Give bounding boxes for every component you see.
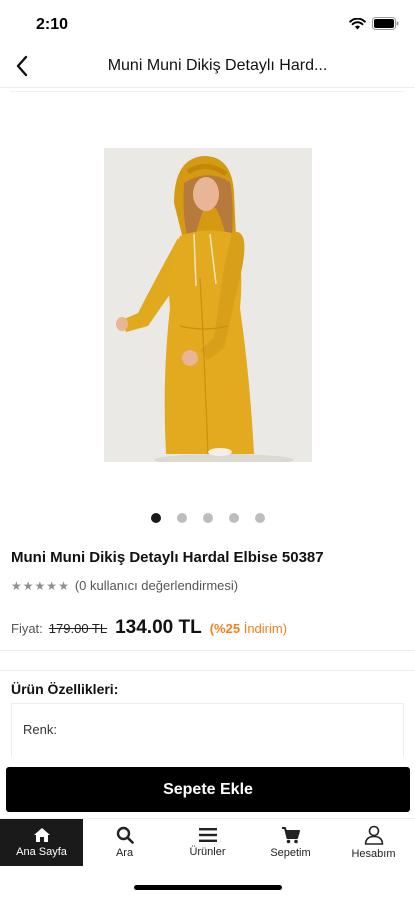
tab-label: Ara <box>115 847 134 859</box>
home-icon <box>33 827 51 843</box>
tab-search[interactable]: Ara <box>83 819 166 866</box>
new-price: 134.00 TL <box>115 617 202 638</box>
tab-home[interactable]: Ana Sayfa <box>0 819 83 866</box>
discount-suffix: İndirim) <box>243 621 288 636</box>
page-title: Muni Muni Dikiş Detaylı Hard... <box>107 57 328 74</box>
search-icon <box>116 826 134 844</box>
back-button[interactable] <box>6 52 38 84</box>
tab-account[interactable]: Hesabım <box>332 819 415 866</box>
rating-stars: ★ ★ ★ ★ ★ <box>11 580 69 592</box>
wifi-icon <box>349 17 366 35</box>
cart-icon <box>281 826 300 844</box>
carousel-dot[interactable] <box>202 513 213 523</box>
user-icon <box>364 825 384 845</box>
product-image[interactable] <box>104 148 312 462</box>
star-icon: ★ <box>34 578 46 593</box>
old-price: 179.00 TL <box>48 621 108 636</box>
status-icons <box>349 17 399 35</box>
carousel-dot[interactable] <box>150 513 161 523</box>
battery-icon <box>372 17 399 35</box>
tab-label: Ürünler <box>189 846 226 858</box>
features-title: Ürün Özellikleri: <box>11 681 119 697</box>
star-icon: ★ <box>11 578 22 593</box>
star-icon: ★ <box>58 578 69 593</box>
status-bar: 2:10 <box>0 0 415 48</box>
status-time: 2:10 <box>36 16 69 33</box>
star-icon: ★ <box>46 578 58 593</box>
header-divider <box>10 91 405 92</box>
tab-cart[interactable]: Sepetim <box>249 819 332 866</box>
price-row: Fiyat: 179.00 TL 134.00 TL (%25 İndirim) <box>11 617 287 639</box>
discount-badge: (%25 İndirim) <box>210 621 287 636</box>
carousel-dots <box>0 513 415 523</box>
nav-header: Muni Muni Dikiş Detaylı Hard... <box>0 48 415 88</box>
tab-products[interactable]: Ürünler <box>166 819 249 866</box>
tab-label: Ana Sayfa <box>16 846 67 858</box>
tab-label: Hesabım <box>351 848 396 860</box>
product-name: Muni Muni Dikiş Detaylı Hardal Elbise 50… <box>11 549 324 566</box>
tab-bar: Ana Sayfa Ara Ürünler Sepetim Hesabım <box>0 818 415 866</box>
divider <box>0 650 415 651</box>
carousel-dot[interactable] <box>176 513 187 523</box>
divider <box>0 670 415 671</box>
rating-row[interactable]: ★ ★ ★ ★ ★ (0 kullanıcı değerlendirmesi) <box>11 578 238 593</box>
star-icon: ★ <box>22 578 34 593</box>
home-indicator <box>134 885 282 890</box>
features-box: Renk: <box>11 703 404 757</box>
carousel-dot[interactable] <box>228 513 239 523</box>
rating-count: (0 kullanıcı değerlendirmesi) <box>74 578 239 593</box>
add-to-cart-button[interactable]: Sepete Ekle <box>6 767 410 812</box>
price-label: Fiyat: <box>11 621 43 636</box>
discount-percent: (%25 <box>209 621 241 636</box>
menu-icon <box>198 827 217 843</box>
chevron-left-icon <box>15 55 29 82</box>
color-label: Renk: <box>23 722 57 737</box>
carousel-dot[interactable] <box>254 513 265 523</box>
tab-label: Sepetim <box>270 846 311 859</box>
